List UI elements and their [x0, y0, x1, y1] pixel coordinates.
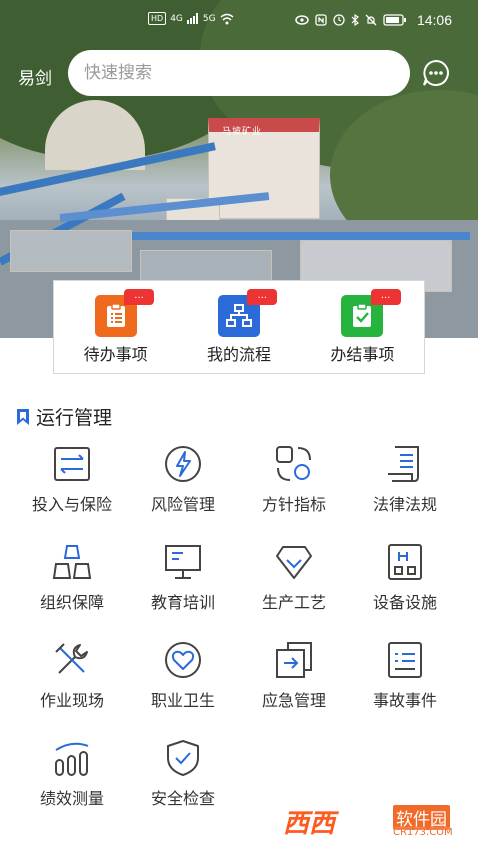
hd-indicator: HD [148, 12, 167, 25]
grid-item-label: 事故事件 [372, 691, 437, 710]
status-bar: HD 4G 5G 14:06 [0, 12, 478, 38]
clock: 14:06 [416, 12, 452, 28]
grid-item-process[interactable]: 生产工艺 [239, 538, 349, 618]
bookmark-icon [17, 408, 29, 425]
city-selector[interactable]: 易剑 [18, 64, 52, 89]
grid-item-organization[interactable]: 组织保障 [17, 538, 127, 618]
grid-item-inspection[interactable]: 安全检查 [128, 734, 238, 814]
top-bar: 易剑 [0, 50, 478, 96]
grid-item-label: 绩效测量 [39, 789, 104, 808]
search-box[interactable] [68, 50, 410, 96]
message-icon[interactable] [422, 59, 450, 87]
grid-item-accident[interactable]: 事故事件 [350, 636, 460, 716]
signal-4g-label: 4G [170, 13, 183, 24]
watermark: 西西 软件园 CR173.COM [283, 803, 463, 845]
hero-sign: 马坡矿业 [222, 127, 263, 137]
grid-item-label: 作业现场 [39, 691, 104, 710]
device-icon [388, 544, 422, 580]
grid-item-performance[interactable]: 绩效测量 [17, 734, 127, 814]
wifi-icon [220, 13, 234, 24]
section-header: 运行管理 [16, 403, 112, 430]
performance-icon [55, 742, 89, 776]
nfc-icon [315, 14, 327, 26]
grid-item-training[interactable]: 教育培训 [128, 538, 238, 618]
shapes-icon [276, 446, 311, 481]
grid-item-label: 安全检查 [150, 789, 215, 808]
grid-item-label: 教育培训 [150, 593, 215, 612]
battery-icon [383, 14, 406, 26]
mute-icon [365, 14, 377, 26]
quick-action-label: 办结事项 [330, 345, 395, 364]
report-icon [388, 642, 422, 678]
grid-item-label: 应急管理 [261, 691, 326, 710]
alarm-icon [333, 14, 345, 26]
quick-action-flow[interactable]: ... 我的流程 [177, 281, 300, 373]
grid-item-risk[interactable]: 风险管理 [128, 440, 238, 520]
grid-item-equipment[interactable]: 设备设施 [350, 538, 460, 618]
grid-item-label: 组织保障 [39, 593, 104, 612]
grid-item-label: 设备设施 [372, 593, 437, 612]
grid-item-label: 方针指标 [261, 495, 326, 514]
grid-item-label: 法律法规 [372, 495, 437, 514]
grid-item-occupational[interactable]: 职业卫生 [128, 636, 238, 716]
search-input[interactable] [82, 50, 400, 96]
quick-actions-card: ... 待办事项 ... 我的流程 ... 办结事项 [53, 280, 425, 374]
lightning-icon [165, 446, 201, 482]
grid-item-label: 投入与保险 [31, 495, 112, 514]
eye-icon [295, 15, 309, 25]
quick-action-todo[interactable]: ... 待办事项 [54, 281, 177, 373]
diamond-check-icon [276, 546, 312, 579]
grid-item-law[interactable]: 法律法规 [350, 440, 460, 520]
quick-action-done[interactable]: ... 办结事项 [301, 281, 424, 373]
grid-item-worksite[interactable]: 作业现场 [17, 636, 127, 716]
signal-icon [186, 13, 198, 24]
monitor-icon [165, 545, 201, 579]
grid-item-label: 生产工艺 [261, 593, 326, 612]
grid-item-investment[interactable]: 投入与保险 [17, 440, 127, 520]
badge: ... [124, 289, 154, 305]
heart-icon [165, 642, 201, 678]
scroll-icon [388, 446, 419, 482]
badge: ... [247, 289, 278, 305]
exit-icon [276, 642, 312, 678]
watermark-logo: 西西 [283, 809, 336, 839]
section-title: 运行管理 [36, 407, 113, 429]
badge: ... [370, 289, 401, 305]
org-blocks-icon [52, 545, 92, 579]
watermark-url: CR173.COM [393, 827, 453, 838]
signal-5g-label: 5G [202, 13, 216, 24]
transfer-icon [54, 447, 90, 481]
wrench-icon [55, 643, 88, 674]
quick-action-label: 我的流程 [206, 345, 271, 364]
shield-check-icon [167, 740, 199, 776]
grid-item-label: 职业卫生 [150, 691, 215, 710]
grid-item-policy[interactable]: 方针指标 [239, 440, 349, 520]
bluetooth-icon [351, 14, 359, 26]
grid-item-label: 风险管理 [150, 495, 215, 514]
quick-action-label: 待办事项 [83, 345, 148, 364]
grid-item-emergency[interactable]: 应急管理 [239, 636, 349, 716]
